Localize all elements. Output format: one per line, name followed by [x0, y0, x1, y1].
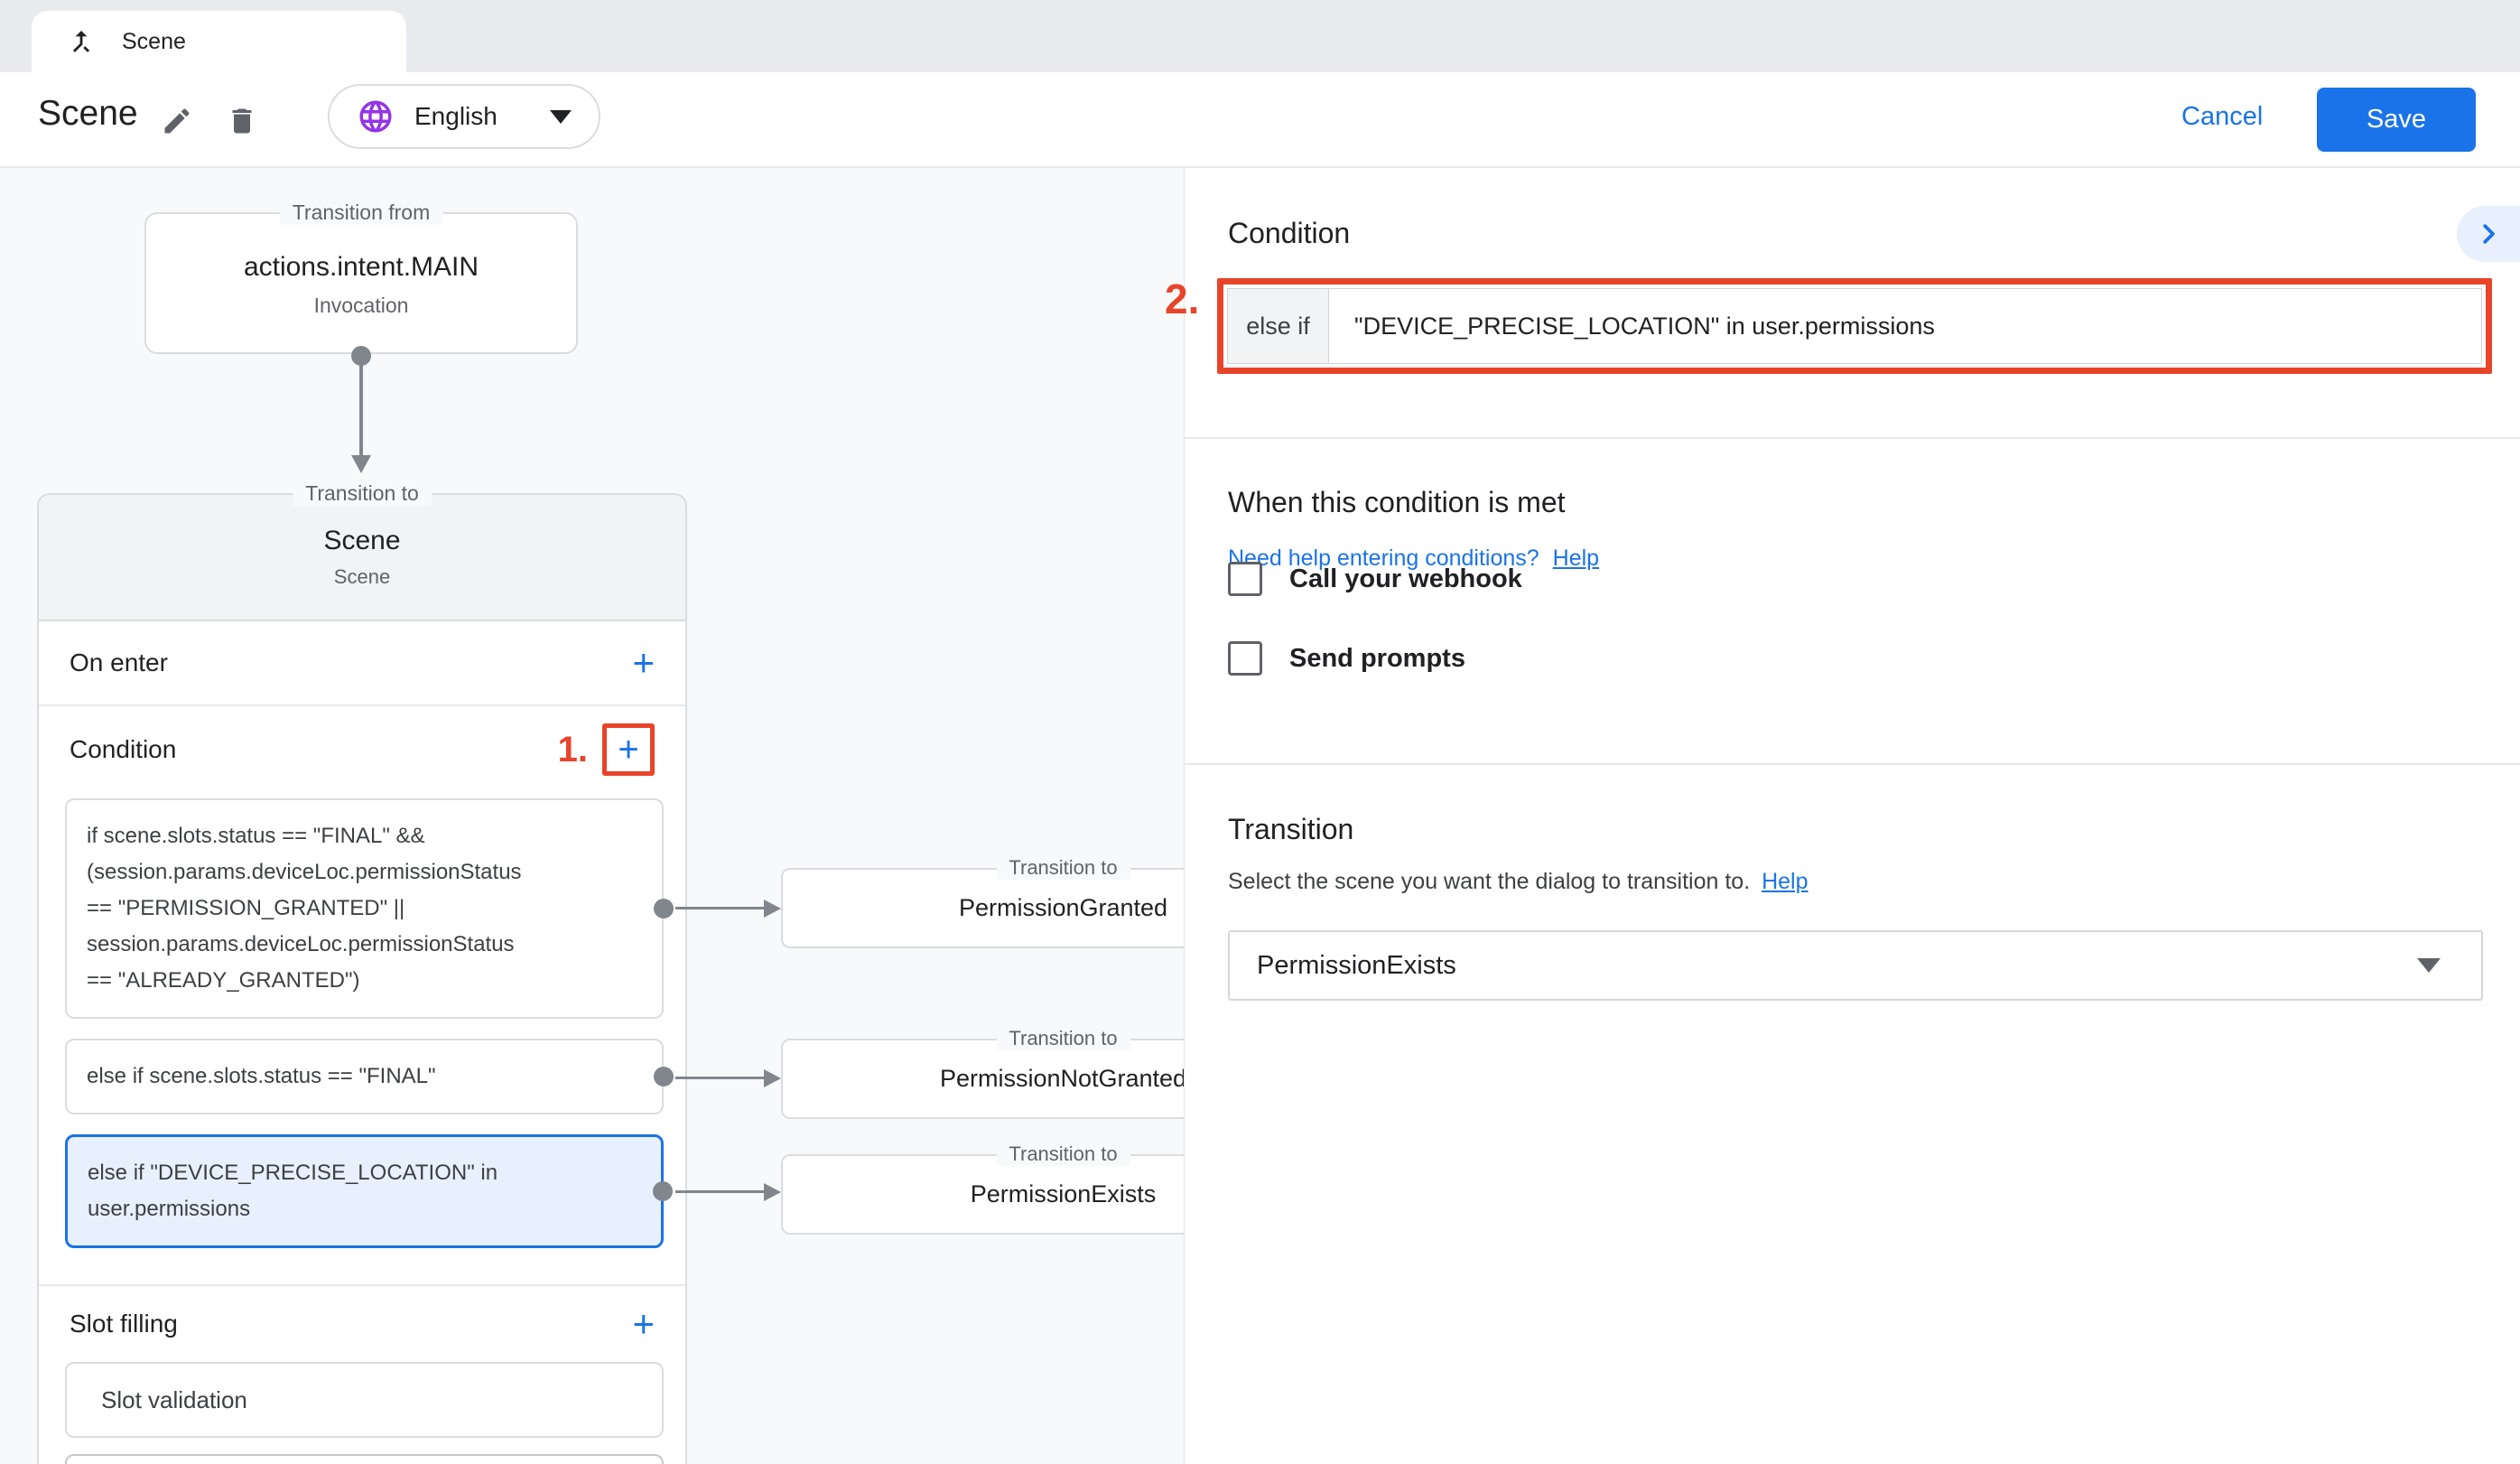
arrow-right-icon	[764, 900, 781, 918]
dropdown-arrow-icon	[2417, 958, 2441, 973]
transition-to-legend: Transition to	[996, 1142, 1130, 1166]
condition-input-row: else if "DEVICE_PRECISE_LOCATION" in use…	[1227, 288, 2482, 364]
annotation-2: 2.	[1165, 275, 1199, 323]
annotation-1-highlight-box: +	[602, 723, 655, 776]
condition-heading: Condition	[1228, 217, 1350, 250]
transition-help-link[interactable]: Help	[1762, 869, 1808, 894]
transition-to-legend: Transition to	[996, 856, 1130, 880]
intent-name: actions.intent.MAIN	[146, 252, 576, 283]
connector-line	[359, 356, 363, 457]
scene-flow-canvas: Transition from actions.intent.MAIN Invo…	[0, 168, 1185, 1464]
target-scene-name: PermissionNotGranted	[940, 1065, 1185, 1093]
annotation-2-highlight-box: else if "DEVICE_PRECISE_LOCATION" in use…	[1217, 278, 2492, 374]
webhook-checkbox-row: Call your webhook	[1228, 562, 1522, 596]
call-webhook-label: Call your webhook	[1289, 564, 1522, 594]
globe-icon	[357, 98, 395, 135]
transition-from-node[interactable]: Transition from actions.intent.MAIN Invo…	[144, 212, 578, 354]
on-enter-label: On enter	[70, 648, 168, 677]
call-webhook-checkbox[interactable]	[1228, 562, 1262, 596]
page-title: Scene	[38, 94, 138, 134]
chevron-right-icon	[2475, 220, 2502, 247]
connector-dot	[653, 1181, 673, 1201]
annotation-1: 1.	[558, 730, 588, 770]
merge-icon	[66, 26, 97, 57]
transition-scene-value: PermissionExists	[1257, 951, 1456, 981]
arrow-right-icon	[764, 1183, 781, 1201]
connector-line	[675, 1077, 767, 1079]
connector-line	[675, 1190, 767, 1193]
condition-section-label: Condition	[70, 735, 176, 764]
tab-scene[interactable]: Scene	[32, 11, 406, 72]
transition-description: Select the scene you want the dialog to …	[1228, 869, 1809, 895]
target-node-permission-not-granted[interactable]: Transition to PermissionNotGranted	[781, 1039, 1185, 1119]
send-prompts-label: Send prompts	[1289, 644, 1465, 674]
header-bar: Scene English Cancel Save	[0, 72, 2520, 168]
condition-expression-input[interactable]: "DEVICE_PRECISE_LOCATION" in user.permis…	[1329, 289, 2481, 363]
connector-dot	[654, 899, 674, 918]
add-slot-button[interactable]: +	[632, 1305, 655, 1343]
transition-heading: Transition	[1228, 813, 1353, 846]
language-label: English	[414, 102, 497, 131]
condition-item-3-selected[interactable]: else if "DEVICE_PRECISE_LOCATION" in use…	[65, 1134, 664, 1248]
save-button[interactable]: Save	[2317, 88, 2476, 152]
transition-scene-select[interactable]: PermissionExists	[1228, 930, 2483, 1001]
next-section-partial-box	[65, 1454, 664, 1464]
arrow-down-icon	[351, 455, 371, 473]
edit-icon[interactable]	[161, 105, 193, 137]
transition-from-legend: Transition from	[280, 200, 443, 225]
prompts-checkbox-row: Send prompts	[1228, 641, 1465, 676]
target-node-permission-exists[interactable]: Transition to PermissionExists	[781, 1154, 1185, 1235]
connector-line	[675, 907, 767, 909]
tab-strip: Scene	[0, 0, 2520, 72]
section-divider	[1185, 437, 2520, 439]
tab-label: Scene	[122, 29, 186, 55]
target-node-permission-granted[interactable]: Transition to PermissionGranted	[781, 868, 1185, 948]
scene-card-header[interactable]: Scene Scene	[39, 495, 685, 621]
collapse-panel-button[interactable]	[2457, 206, 2520, 262]
slot-filling-label: Slot filling	[70, 1310, 178, 1338]
arrow-right-icon	[764, 1069, 781, 1087]
cancel-button[interactable]: Cancel	[2181, 102, 2263, 132]
transition-to-legend: Transition to	[996, 1027, 1130, 1050]
language-selector[interactable]: English	[328, 84, 600, 149]
scene-card: Transition to Scene Scene On enter + Con…	[37, 493, 687, 1464]
on-enter-row: On enter +	[39, 621, 685, 706]
delete-icon[interactable]	[226, 105, 258, 137]
add-condition-button[interactable]: +	[618, 732, 638, 768]
transition-description-text: Select the scene you want the dialog to …	[1228, 869, 1750, 894]
add-on-enter-button[interactable]: +	[632, 644, 655, 682]
condition-editor-panel: Condition 2. else if "DEVICE_PRECISE_LOC…	[1185, 168, 2520, 1464]
operator-chip[interactable]: else if	[1228, 289, 1329, 363]
connector-dot	[654, 1067, 674, 1086]
condition-section-row: Condition 1. +	[39, 706, 685, 793]
help-link[interactable]: Help	[1553, 546, 1599, 571]
target-scene-name: PermissionGranted	[959, 894, 1167, 922]
section-divider	[1185, 763, 2520, 765]
condition-item-2[interactable]: else if scene.slots.status == "FINAL"	[65, 1039, 664, 1114]
target-scene-name: PermissionExists	[971, 1180, 1157, 1208]
scene-type: Scene	[334, 565, 390, 589]
slot-validation-item[interactable]: Slot validation	[65, 1362, 664, 1438]
scene-name: Scene	[323, 526, 400, 556]
intent-type: Invocation	[146, 294, 576, 318]
condition-list: if scene.slots.status == "FINAL" && (ses…	[39, 793, 685, 1248]
chevron-down-icon	[550, 110, 572, 124]
slot-filling-row: Slot filling +	[39, 1284, 685, 1362]
condition-item-1[interactable]: if scene.slots.status == "FINAL" && (ses…	[65, 798, 664, 1019]
send-prompts-checkbox[interactable]	[1228, 641, 1262, 676]
transition-to-legend: Transition to	[293, 481, 432, 506]
when-condition-met-heading: When this condition is met	[1228, 486, 1566, 519]
